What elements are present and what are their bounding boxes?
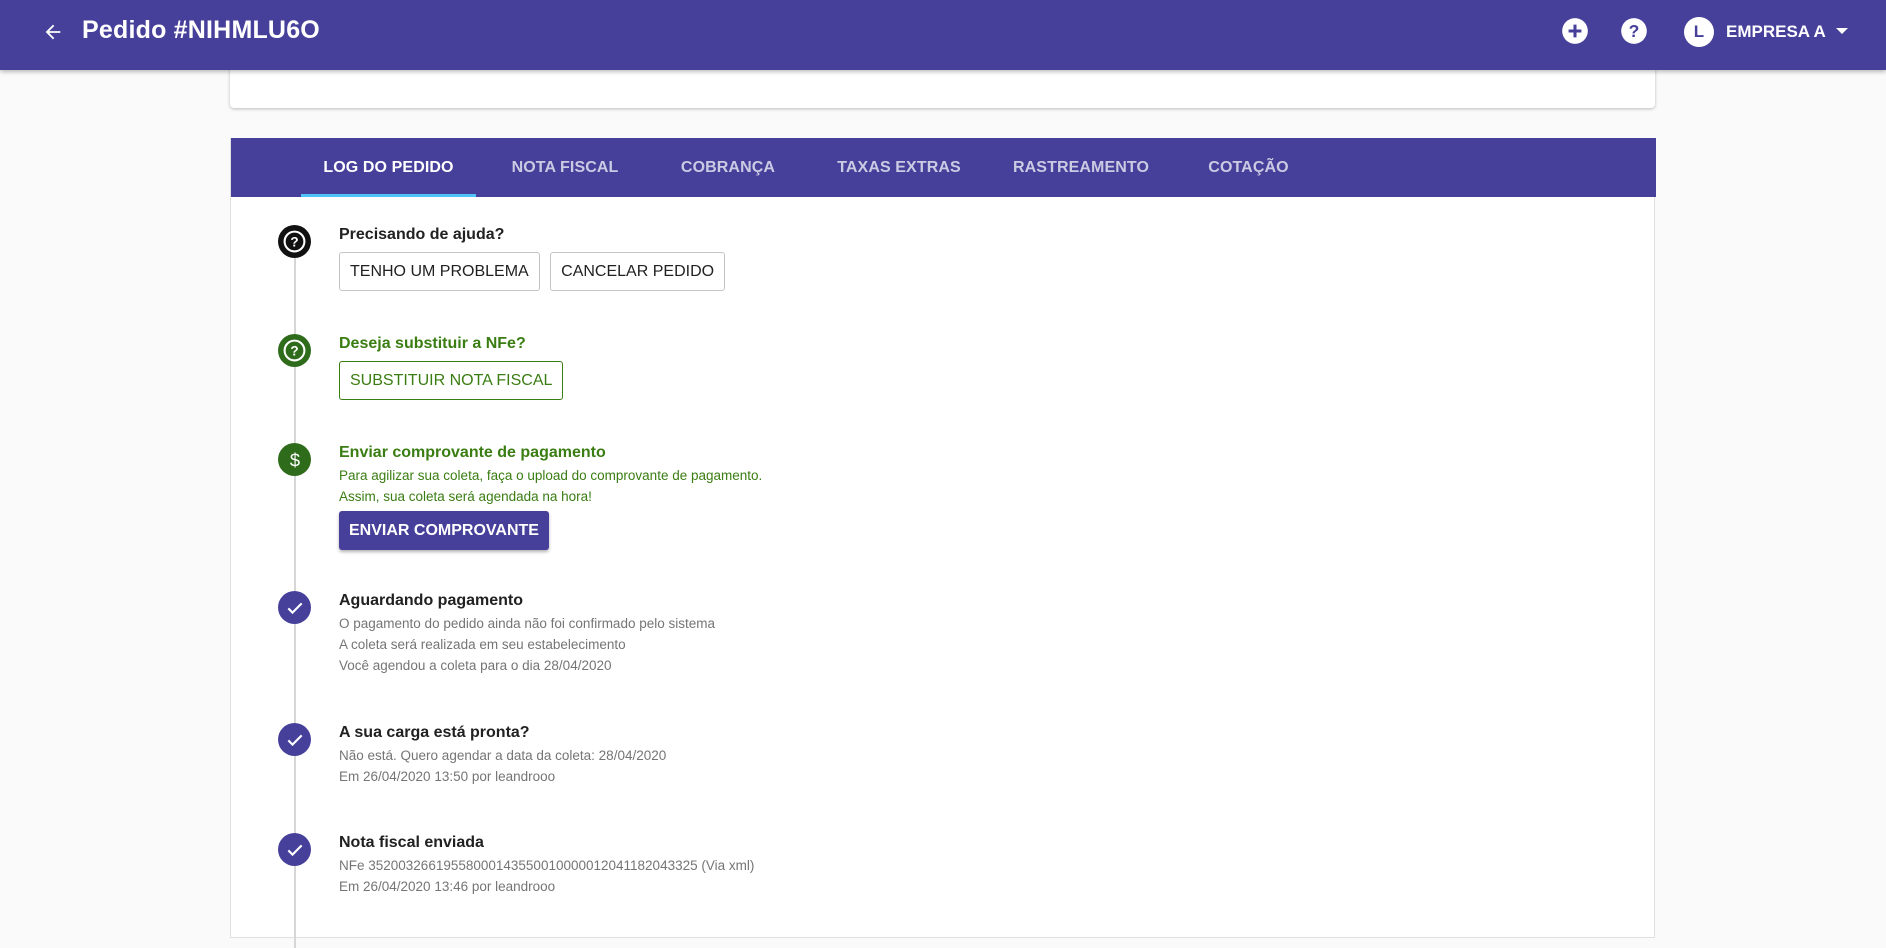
caret-down-icon — [1835, 23, 1849, 41]
timeline-entry-replace-nfe: Deseja substituir a NFe? SUBSTITUIR NOTA… — [339, 335, 569, 400]
entry-text: NFe 352003266195580001435500100000120411… — [339, 858, 755, 873]
timeline-entry-awaiting-payment: Aguardando pagamento O pagamento do pedi… — [339, 592, 715, 676]
entry-text: Para agilizar sua coleta, faça o upload … — [339, 468, 763, 483]
tab-rastreamento[interactable]: RASTREAMENTO — [996, 138, 1166, 197]
entry-title: Enviar comprovante de pagamento — [339, 444, 606, 461]
svg-text:?: ? — [290, 234, 298, 249]
entry-text: O pagamento do pedido ainda não foi conf… — [339, 616, 715, 631]
dollar-icon: $ — [278, 443, 311, 476]
entry-text: Você agendou a coleta para o dia 28/04/2… — [339, 658, 612, 673]
entry-title: A sua carga está pronta? — [339, 724, 530, 741]
help-circle-icon[interactable]: ? — [1619, 16, 1649, 46]
entry-text: Em 26/04/2020 13:50 por leandrooo — [339, 769, 556, 784]
tab-log-do-pedido[interactable]: LOG DO PEDIDO — [301, 138, 476, 197]
account-name: EMPRESA A — [1726, 22, 1826, 41]
replace-invoice-button[interactable]: SUBSTITUIR NOTA FISCAL — [339, 361, 564, 400]
help-circle-icon: ? — [278, 334, 311, 367]
entry-text: Assim, sua coleta será agendada na hora! — [339, 489, 592, 504]
page-title: Pedido #NIHMLU6O — [82, 16, 320, 44]
send-proof-button[interactable]: ENVIAR COMPROVANTE — [339, 511, 549, 550]
tab-taxas-extras[interactable]: TAXAS EXTRAS — [819, 138, 979, 197]
entry-title: Precisando de ajuda? — [339, 226, 505, 243]
report-problem-button[interactable]: TENHO UM PROBLEMA — [339, 252, 540, 291]
entry-text: A coleta será realizada em seu estabelec… — [339, 637, 626, 652]
entry-text: Não está. Quero agendar a data da coleta… — [339, 748, 667, 763]
check-icon — [278, 591, 311, 624]
svg-text:?: ? — [1629, 21, 1640, 41]
check-icon — [278, 833, 311, 866]
entry-text: Em 26/04/2020 13:46 por leandrooo — [339, 879, 556, 894]
entry-title: Aguardando pagamento — [339, 592, 524, 609]
back-arrow-icon[interactable] — [38, 17, 68, 47]
svg-text:$: $ — [289, 449, 299, 470]
cancel-order-button[interactable]: CANCELAR PEDIDO — [550, 252, 726, 291]
svg-text:?: ? — [290, 343, 298, 358]
timeline-entry-help: Precisando de ajuda? TENHO UM PROBLEMA C… — [339, 226, 731, 291]
tab-cobranca[interactable]: COBRANÇA — [663, 138, 793, 197]
tab-bar: LOG DO PEDIDO NOTA FISCAL COBRANÇA TAXAS… — [231, 138, 1656, 197]
order-detail-panel: LOG DO PEDIDO NOTA FISCAL COBRANÇA TAXAS… — [230, 138, 1656, 948]
tab-cotacao[interactable]: COTAÇÃO — [1186, 138, 1311, 197]
account-menu[interactable]: L EMPRESA A — [1684, 16, 1849, 48]
timeline-entry-invoice-sent: Nota fiscal enviada NFe 3520032661955800… — [339, 834, 754, 897]
add-circle-icon[interactable] — [1560, 16, 1590, 46]
app-bar: Pedido #NIHMLU6O ? L EMPRESA A — [0, 0, 1886, 70]
check-icon — [278, 723, 311, 756]
timeline-entry-cargo-ready: A sua carga está pronta? Não está. Quero… — [339, 724, 666, 787]
timeline-entry-payment-proof: Enviar comprovante de pagamento Para agi… — [339, 444, 762, 550]
entry-title: Deseja substituir a NFe? — [339, 335, 526, 352]
tab-nota-fiscal[interactable]: NOTA FISCAL — [495, 138, 635, 197]
help-circle-icon: ? — [278, 225, 311, 258]
entry-title: Nota fiscal enviada — [339, 834, 484, 851]
avatar: L — [1684, 17, 1714, 47]
